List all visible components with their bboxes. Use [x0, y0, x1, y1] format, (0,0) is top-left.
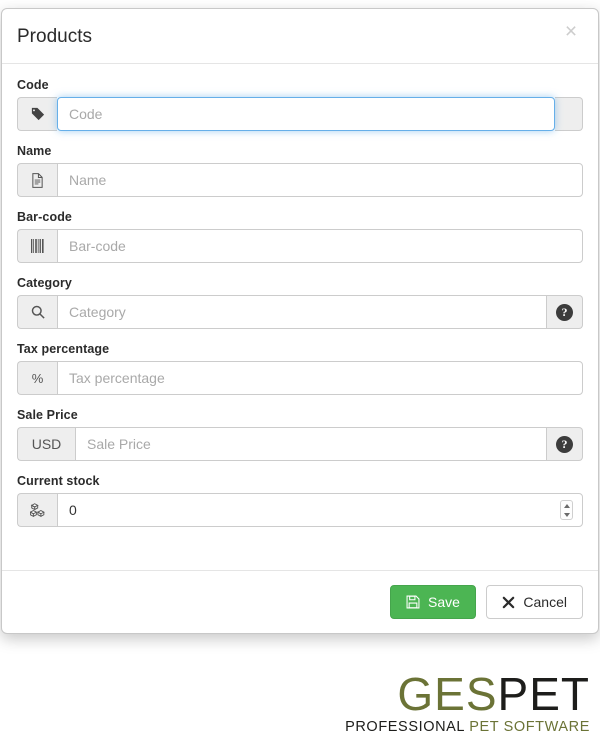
current-stock-input[interactable]	[57, 493, 583, 527]
percent-icon: %	[17, 361, 57, 395]
save-button[interactable]: Save	[390, 585, 476, 619]
label-tax-percentage: Tax percentage	[17, 342, 110, 356]
input-group-tax-percentage: %	[17, 361, 583, 395]
form-group-current-stock: Current stock	[17, 474, 583, 527]
code-input[interactable]	[57, 97, 555, 131]
code-right-addon	[555, 97, 583, 131]
logo-wordmark: GESPET	[345, 671, 590, 717]
cubes-icon	[17, 493, 57, 527]
input-group-code	[17, 97, 583, 131]
barcode-input[interactable]	[57, 229, 583, 263]
sale-price-input[interactable]	[75, 427, 547, 461]
form-group-code: Code	[17, 78, 583, 131]
label-sale-price: Sale Price	[17, 408, 78, 422]
logo-tagline-pet-software: PET SOFTWARE	[469, 719, 590, 735]
question-mark-icon: ?	[556, 303, 573, 321]
input-group-current-stock	[17, 493, 583, 527]
form-group-barcode: Bar-code	[17, 210, 583, 263]
category-input[interactable]	[57, 295, 547, 329]
logo-tagline: PROFESSIONAL PET SOFTWARE	[345, 718, 590, 736]
currency-code-label: USD	[17, 427, 75, 461]
input-group-barcode	[17, 229, 583, 263]
label-code: Code	[17, 78, 49, 92]
form-group-sale-price: Sale Price USD ?	[17, 408, 583, 461]
current-stock-stepper[interactable]	[560, 500, 573, 520]
cancel-button-label: Cancel	[523, 594, 567, 610]
form-group-tax-percentage: Tax percentage %	[17, 342, 583, 395]
input-group-category: ?	[17, 295, 583, 329]
modal-header: Products ×	[2, 9, 598, 64]
times-icon	[502, 596, 515, 609]
label-current-stock: Current stock	[17, 474, 100, 488]
input-group-name	[17, 163, 583, 197]
logo-part-ges: GES	[397, 668, 498, 720]
question-mark-icon: ?	[556, 435, 573, 453]
chevron-up-icon[interactable]	[563, 503, 570, 508]
floppy-save-icon	[406, 595, 420, 609]
cancel-button[interactable]: Cancel	[486, 585, 583, 619]
category-help-button[interactable]: ?	[547, 295, 583, 329]
chevron-down-icon[interactable]	[563, 512, 570, 517]
logo-tagline-professional: PROFESSIONAL	[345, 719, 465, 735]
file-text-icon	[17, 163, 57, 197]
name-input[interactable]	[57, 163, 583, 197]
label-barcode: Bar-code	[17, 210, 72, 224]
tax-percentage-input[interactable]	[57, 361, 583, 395]
barcode-icon	[17, 229, 57, 263]
label-name: Name	[17, 144, 52, 158]
close-icon[interactable]: ×	[558, 19, 584, 45]
logo-part-pet: PET	[497, 668, 590, 720]
tag-icon	[17, 97, 57, 131]
modal-footer: Save Cancel	[2, 570, 598, 633]
gespet-logo: GESPET PROFESSIONAL PET SOFTWARE	[345, 671, 590, 736]
save-button-label: Save	[428, 594, 460, 610]
search-icon	[17, 295, 57, 329]
form-group-category: Category ?	[17, 276, 583, 329]
modal-body: Code Name	[2, 64, 598, 550]
label-category: Category	[17, 276, 72, 290]
input-group-sale-price: USD ?	[17, 427, 583, 461]
products-modal: Products × Code Name	[1, 8, 599, 634]
sale-price-help-button[interactable]: ?	[547, 427, 583, 461]
form-group-name: Name	[17, 144, 583, 197]
page-title: Products	[17, 26, 92, 47]
